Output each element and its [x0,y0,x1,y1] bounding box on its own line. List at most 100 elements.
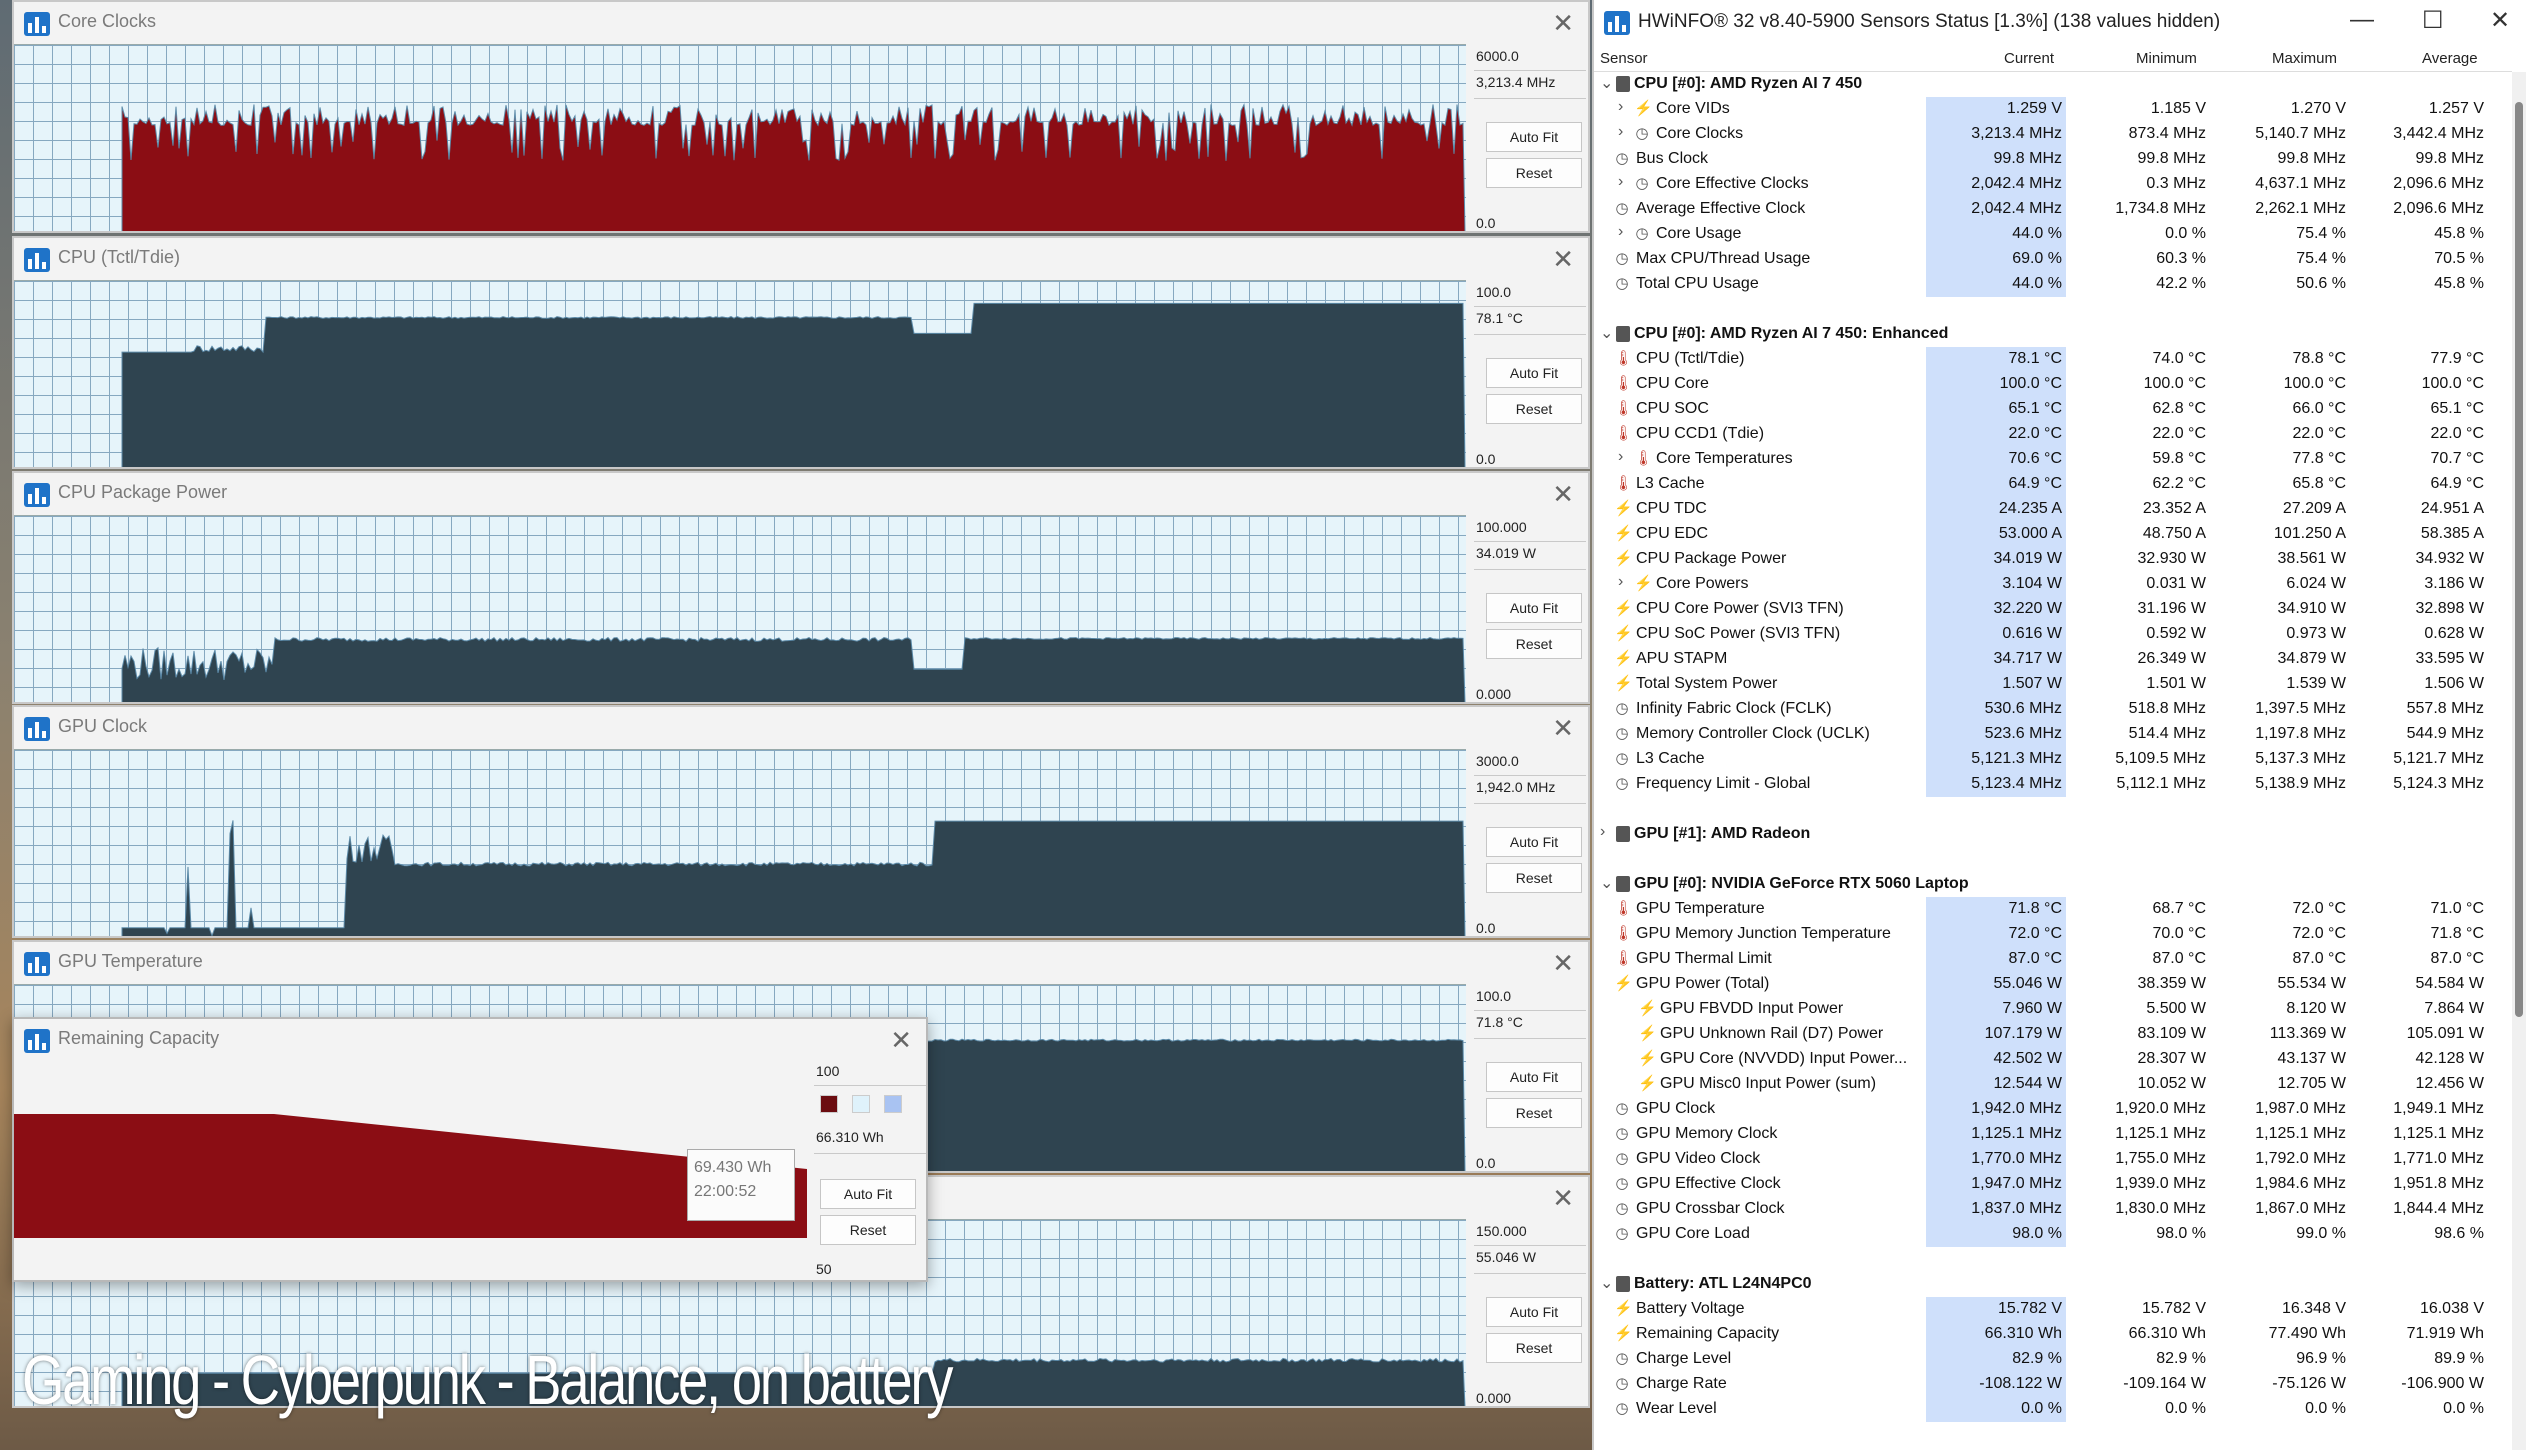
sensor-row[interactable]: ◷ Infinity Fabric Clock (FCLK) 530.6 MHz 51… [1594,697,2512,722]
sensor-row[interactable]: ⚡ CPU EDC 53.000 A 48.750 A 101.250 A 58.385 … [1594,522,2512,547]
sensor-row[interactable]: ◷ GPU Video Clock 1,770.0 MHz 1,755.0 MHz 1,… [1594,1147,2512,1172]
collapse-chevron-icon[interactable]: ⌄ [1600,873,1613,893]
title-bar[interactable]: Core Clocks ✕ [14,2,1588,44]
graph-window[interactable]: CPU Package Power ✕ 100.000 34.019 W Auto Fi… [12,471,1590,704]
expand-chevron-icon[interactable]: › [1618,123,1623,141]
title-bar[interactable]: GPU Clock ✕ [14,707,1588,749]
reset-button[interactable]: Reset [1486,1333,1582,1363]
reset-button[interactable]: Reset [1486,158,1582,188]
sensor-group-header[interactable]: ⌄ GPU [#0]: NVIDIA GeForce RTX 5060 Lapto… [1594,872,2512,897]
sensor-row[interactable]: › ◷ Core Usage 44.0 % 0.0 % 75.4 % 45.8 % [1594,222,2512,247]
sensor-row[interactable]: › ◷ Core Effective Clocks 2,042.4 MHz 0.3 MH… [1594,172,2512,197]
sensor-row[interactable]: ⚡ GPU Misc0 Input Power (sum) 12.544 W 10.0… [1594,1072,2512,1097]
sensor-row[interactable]: ◷ Bus Clock 99.8 MHz 99.8 MHz 99.8 MHz 99.8 M… [1594,147,2512,172]
sensor-row[interactable]: ◷ Average Effective Clock 2,042.4 MHz 1,734… [1594,197,2512,222]
sensor-row[interactable]: ◷ GPU Crossbar Clock 1,837.0 MHz 1,830.0 MH… [1594,1197,2512,1222]
sensor-group-header[interactable]: ⌄ Battery: ATL L24N4PC0 [1594,1272,2512,1297]
expand-chevron-icon[interactable]: › [1618,223,1623,241]
close-icon[interactable]: ✕ [1552,479,1574,510]
sensor-row[interactable]: ⚡ Total System Power 1.507 W 1.501 W 1.539 W… [1594,672,2512,697]
scrollbar-thumb[interactable] [2515,102,2523,1017]
sensor-row[interactable]: ⚡ Battery Voltage 15.782 V 15.782 V 16.348 V… [1594,1297,2512,1322]
graph-window[interactable]: CPU (Tctl/Tdie) ✕ 100.0 78.1 °C Auto Fit Rese… [12,236,1590,469]
sensor-row[interactable]: ⚡ APU STAPM 34.717 W 26.349 W 34.879 W 33.595… [1594,647,2512,672]
sensor-row[interactable]: ⚡ GPU Core (NVVDD) Input Power... 42.502 W… [1594,1047,2512,1072]
close-icon[interactable]: ✕ [890,1025,912,1056]
color-swatch-background[interactable] [852,1095,870,1113]
sensor-row[interactable]: ◷ GPU Effective Clock 1,947.0 MHz 1,939.0 M… [1594,1172,2512,1197]
sensor-row[interactable]: ◷ L3 Cache 5,121.3 MHz 5,109.5 MHz 5,137.3 M… [1594,747,2512,772]
reset-button[interactable]: Reset [1486,1098,1582,1128]
title-bar[interactable]: GPU Temperature ✕ [14,942,1588,984]
sensor-row[interactable]: 🌡 CPU (Tctl/Tdie) 78.1 °C 74.0 °C 78.8 °C 77.… [1594,347,2512,372]
close-icon[interactable]: ✕ [1552,1183,1574,1214]
expand-chevron-icon[interactable]: › [1600,823,1605,841]
sensor-row[interactable]: ⚡ GPU Unknown Rail (D7) Power 107.179 W 83.… [1594,1022,2512,1047]
sensor-row[interactable]: › ⚡ Core VIDs 1.259 V 1.185 V 1.270 V 1.257 V [1594,97,2512,122]
sensor-row[interactable]: › 🌡 Core Temperatures 70.6 °C 59.8 °C 77.8 °C… [1594,447,2512,472]
expand-chevron-icon[interactable]: › [1618,448,1623,466]
sensor-row[interactable]: 🌡 CPU Core 100.0 °C 100.0 °C 100.0 °C 100.0 °… [1594,372,2512,397]
sensor-row[interactable]: ◷ Frequency Limit - Global 5,123.4 MHz 5,11… [1594,772,2512,797]
sensor-row[interactable]: ◷ GPU Clock 1,942.0 MHz 1,920.0 MHz 1,987.0 … [1594,1097,2512,1122]
sensor-group-header[interactable]: › GPU [#1]: AMD Radeon [1594,822,2512,847]
sensor-row[interactable]: › ◷ Core Clocks 3,213.4 MHz 873.4 MHz 5,140.7… [1594,122,2512,147]
sensor-row[interactable]: ◷ Wear Level 0.0 % 0.0 % 0.0 % 0.0 % [1594,1397,2512,1422]
reset-button[interactable]: Reset [820,1215,916,1245]
sensor-row[interactable]: ◷ GPU Memory Clock 1,125.1 MHz 1,125.1 MHz 1… [1594,1122,2512,1147]
hwinfo-sensors-window[interactable]: HWiNFO® 32 v8.40-5900 Sensors Status [1.… [1592,0,2526,1450]
sensor-row[interactable]: ◷ Total CPU Usage 44.0 % 42.2 % 50.6 % 45.8 % [1594,272,2512,297]
sensor-row[interactable]: 🌡 GPU Thermal Limit 87.0 °C 87.0 °C 87.0 °C 8… [1594,947,2512,972]
auto-fit-button[interactable]: Auto Fit [820,1179,916,1209]
minimize-icon[interactable]: — [2350,6,2374,34]
col-minimum[interactable]: Minimum [2136,50,2197,67]
sensor-row[interactable]: ⚡ GPU Power (Total) 55.046 W 38.359 W 55.534… [1594,972,2512,997]
auto-fit-button[interactable]: Auto Fit [1486,122,1582,152]
sensor-row[interactable]: ◷ Max CPU/Thread Usage 69.0 % 60.3 % 75.4 % 7… [1594,247,2512,272]
sensor-row[interactable]: 🌡 GPU Memory Junction Temperature 72.0 °C 7… [1594,922,2512,947]
close-icon[interactable]: ✕ [1552,8,1574,39]
close-icon[interactable]: ✕ [1552,948,1574,979]
sensor-row[interactable]: ⚡ GPU FBVDD Input Power 7.960 W 5.500 W 8.12… [1594,997,2512,1022]
maximize-icon[interactable]: ☐ [2422,6,2444,35]
remaining-capacity-window[interactable]: Remaining Capacity ✕ 69.430 Wh 22:00:52 … [12,1017,928,1282]
sensor-row[interactable]: ⚡ CPU SoC Power (SVI3 TFN) 0.616 W 0.592 W 0… [1594,622,2512,647]
auto-fit-button[interactable]: Auto Fit [1486,593,1582,623]
sensor-row[interactable]: ⚡ CPU TDC 24.235 A 23.352 A 27.209 A 24.951 A [1594,497,2512,522]
col-sensor[interactable]: Sensor [1600,50,1648,67]
title-bar[interactable]: HWiNFO® 32 v8.40-5900 Sensors Status [1.… [1594,0,2526,46]
sensor-row[interactable]: 🌡 CPU SOC 65.1 °C 62.8 °C 66.0 °C 65.1 °C [1594,397,2512,422]
auto-fit-button[interactable]: Auto Fit [1486,1062,1582,1092]
auto-fit-button[interactable]: Auto Fit [1486,358,1582,388]
color-swatch-series[interactable] [820,1095,838,1113]
sensor-row[interactable]: ⚡ CPU Core Power (SVI3 TFN) 32.220 W 31.196… [1594,597,2512,622]
reset-button[interactable]: Reset [1486,863,1582,893]
sensor-group-header[interactable]: ⌄ CPU [#0]: AMD Ryzen AI 7 450 [1594,72,2512,97]
expand-chevron-icon[interactable]: › [1618,173,1623,191]
collapse-chevron-icon[interactable]: ⌄ [1600,1273,1613,1293]
sensor-row[interactable]: › ⚡ Core Powers 3.104 W 0.031 W 6.024 W 3.186 … [1594,572,2512,597]
sensor-row[interactable]: ⚡ CPU Package Power 34.019 W 32.930 W 38.561… [1594,547,2512,572]
expand-chevron-icon[interactable]: › [1618,573,1623,591]
sensor-row[interactable]: ◷ GPU Core Load 98.0 % 98.0 % 99.0 % 98.6 % [1594,1222,2512,1247]
sensor-row[interactable]: ⚡ Remaining Capacity 66.310 Wh 66.310 Wh 77.… [1594,1322,2512,1347]
vertical-scrollbar[interactable] [2512,72,2526,1450]
col-average[interactable]: Average [2422,50,2478,67]
close-icon[interactable]: ✕ [2490,6,2510,35]
graph-window[interactable]: Core Clocks ✕ 6000.0 3,213.4 MHz Auto Fit Res… [12,0,1590,233]
color-swatch-grid[interactable] [884,1095,902,1113]
sensor-row[interactable]: ◷ Memory Controller Clock (UCLK) 523.6 MHz… [1594,722,2512,747]
col-maximum[interactable]: Maximum [2272,50,2337,67]
close-icon[interactable]: ✕ [1552,244,1574,275]
sensor-row[interactable]: ◷ Charge Rate -108.122 W -109.164 W -75.126 … [1594,1372,2512,1397]
close-icon[interactable]: ✕ [1552,713,1574,744]
collapse-chevron-icon[interactable]: ⌄ [1600,323,1613,343]
col-current[interactable]: Current [2004,50,2054,67]
title-bar[interactable]: CPU Package Power ✕ [14,473,1588,515]
title-bar[interactable]: CPU (Tctl/Tdie) ✕ [14,238,1588,280]
auto-fit-button[interactable]: Auto Fit [1486,827,1582,857]
sensor-row[interactable]: ◷ Charge Level 82.9 % 82.9 % 96.9 % 89.9 % [1594,1347,2512,1372]
reset-button[interactable]: Reset [1486,629,1582,659]
auto-fit-button[interactable]: Auto Fit [1486,1297,1582,1327]
reset-button[interactable]: Reset [1486,394,1582,424]
